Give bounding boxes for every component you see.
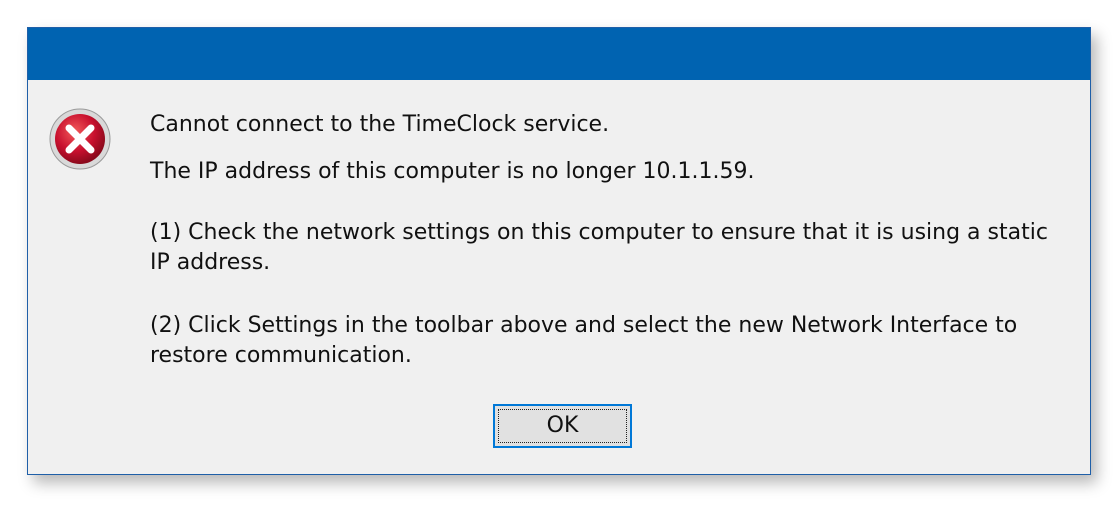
message-ip-address: The IP address of this computer is no lo… [150, 159, 755, 184]
error-icon [49, 108, 111, 170]
ok-button-label: OK [546, 413, 579, 438]
message-step-2: (2) Click Settings in the toolbar above … [150, 313, 1025, 368]
error-dialog: Cannot connect to the TimeClock service.… [27, 27, 1091, 475]
message-title: Cannot connect to the TimeClock service. [150, 112, 610, 137]
message-step-1: (1) Check the network settings on this c… [150, 220, 1055, 275]
ok-button[interactable]: OK [493, 404, 632, 448]
title-bar[interactable] [28, 28, 1090, 80]
